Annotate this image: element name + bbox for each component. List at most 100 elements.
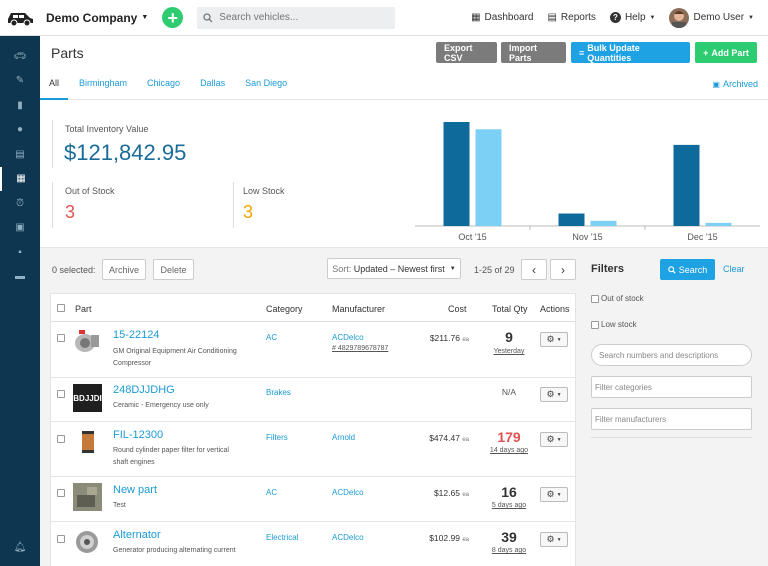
row-actions-button[interactable]: ⚙ ▼ xyxy=(540,387,568,402)
vehicle-search[interactable] xyxy=(197,6,396,29)
select-all-checkbox[interactable] xyxy=(57,304,65,312)
total-qty: N/A xyxy=(501,387,517,397)
tab-birmingham[interactable]: Birmingham xyxy=(68,78,136,100)
column-total-qty[interactable]: Total Qty xyxy=(492,304,528,314)
category-link[interactable]: AC xyxy=(266,333,277,342)
chart-bar[interactable] xyxy=(705,222,732,226)
category-link[interactable]: Electrical xyxy=(266,533,298,542)
caret-down-icon: ▼ xyxy=(556,491,562,498)
page-title: Parts xyxy=(51,45,84,61)
column-category[interactable]: Category xyxy=(266,304,303,314)
chart-bar[interactable] xyxy=(673,144,700,226)
plus-icon: + xyxy=(703,47,709,58)
row-actions-button[interactable]: ⚙ ▼ xyxy=(540,432,568,447)
qty-updated-date[interactable]: Yesterday xyxy=(485,348,533,355)
row-checkbox[interactable] xyxy=(57,390,65,398)
prev-page-button[interactable]: ‹ xyxy=(521,259,547,280)
row-checkbox[interactable] xyxy=(57,435,65,443)
filter-categories-input[interactable]: Filter categories xyxy=(591,376,752,398)
chart-bar[interactable] xyxy=(443,122,470,226)
tab-san-diego[interactable]: San Diego xyxy=(234,78,296,100)
nav-dashboard[interactable]: ▦ Dashboard xyxy=(471,12,533,23)
qty-updated-date[interactable]: 14 days ago xyxy=(485,447,533,454)
next-page-button[interactable]: › xyxy=(550,259,576,280)
filter-manufacturers-input[interactable]: Filter manufacturers xyxy=(591,408,752,430)
logo-icon[interactable] xyxy=(0,0,40,36)
tab-dallas[interactable]: Dallas xyxy=(189,78,234,100)
row-checkbox[interactable] xyxy=(57,334,65,342)
row-checkbox[interactable] xyxy=(57,535,65,543)
part-number-link[interactable]: New part xyxy=(113,484,157,496)
manufacturer-link[interactable]: Arnold xyxy=(332,433,355,442)
table-row[interactable]: FIL-12300 Round cylinder paper filter fo… xyxy=(51,422,575,477)
column-part[interactable]: Part xyxy=(75,304,92,314)
chart-bar[interactable] xyxy=(590,220,617,226)
low-stock-value[interactable]: 3 xyxy=(243,202,253,223)
chart-bar[interactable] xyxy=(558,213,585,226)
sidebar-item-parts[interactable]: ▦ xyxy=(0,166,40,191)
part-number-link[interactable]: FIL-12300 xyxy=(113,429,163,441)
tab-all[interactable]: All xyxy=(40,78,69,100)
checkbox[interactable] xyxy=(591,294,599,303)
filter-search-button[interactable]: Search xyxy=(660,259,715,280)
category-link[interactable]: Filters xyxy=(266,433,288,442)
sidebar-item-contacts[interactable]: ▪ xyxy=(0,240,40,265)
category-link[interactable]: AC xyxy=(266,488,277,497)
out-of-stock-filter[interactable]: Out of stock xyxy=(591,294,644,303)
chart-bar[interactable] xyxy=(475,129,502,226)
column-cost[interactable]: Cost xyxy=(448,304,467,314)
manufacturer-link[interactable]: ACDelco xyxy=(332,333,364,342)
export-csv-button[interactable]: Export CSV xyxy=(436,42,497,63)
part-number-link[interactable]: 15-22124 xyxy=(113,329,160,341)
sidebar-item-fuel[interactable]: ▮ xyxy=(0,93,40,118)
company-dropdown[interactable]: Demo Company ▼ xyxy=(46,11,148,25)
archived-link[interactable]: ▣ Archived xyxy=(712,79,758,89)
sidebar-item-vehicles[interactable]: 🚗︎ xyxy=(0,44,40,69)
sidebar-item-vendors[interactable]: ▬ xyxy=(0,265,40,290)
nav-reports[interactable]: ▤ Reports xyxy=(547,12,595,23)
category-link[interactable]: Brakes xyxy=(266,388,291,397)
bulk-update-button[interactable]: ≡ Bulk Update Quantities xyxy=(571,42,690,63)
checkbox[interactable] xyxy=(591,320,599,329)
search-input[interactable] xyxy=(219,12,390,23)
user-menu[interactable]: Demo User ▼ xyxy=(669,7,754,28)
out-of-stock-value[interactable]: 3 xyxy=(65,202,75,223)
delete-button[interactable]: Delete xyxy=(153,259,194,280)
sidebar-item-notifications[interactable]: 🔔︎ xyxy=(0,536,40,561)
sidebar-item-inspections[interactable]: ▤ xyxy=(0,142,40,167)
caret-down-icon: ▼ xyxy=(556,536,562,543)
part-number-link[interactable]: 248DJJDHG xyxy=(113,384,175,396)
tab-chicago[interactable]: Chicago xyxy=(136,78,189,100)
clear-filters-link[interactable]: Clear xyxy=(723,264,745,274)
sidebar-item-service[interactable]: ✎ xyxy=(0,69,40,94)
manufacturer-link[interactable]: ACDelco xyxy=(332,488,364,497)
part-number-link[interactable]: Alternator xyxy=(113,529,161,541)
search-descriptions-input[interactable]: Search numbers and descriptions xyxy=(591,344,752,366)
table-row[interactable]: Alternator Generator producing alternati… xyxy=(51,522,575,566)
out-of-stock-label: Out of Stock xyxy=(65,186,115,196)
quick-add-button[interactable]: + xyxy=(162,7,184,28)
column-manufacturer[interactable]: Manufacturer xyxy=(332,304,385,314)
sort-dropdown[interactable]: Sort: Updated – Newest first ▼ xyxy=(327,258,461,279)
sidebar-item-calendar[interactable]: ▣ xyxy=(0,216,40,241)
table-row[interactable]: New part Test AC ACDelco $12.65 ea 16 5 … xyxy=(51,477,575,522)
import-parts-button[interactable]: Import Parts xyxy=(501,42,566,63)
table-row[interactable]: 15-22124 GM Original Equipment Air Condi… xyxy=(51,322,575,378)
row-actions-button[interactable]: ⚙ ▼ xyxy=(540,532,568,547)
manufacturer-link[interactable]: ACDelco xyxy=(332,533,364,542)
low-stock-filter[interactable]: Low stock xyxy=(591,320,637,329)
sidebar-item-reminders[interactable]: ⏰︎ xyxy=(0,191,40,216)
row-actions-button[interactable]: ⚙ ▼ xyxy=(540,487,568,502)
table-row[interactable]: BDJJDI 248DJJDHG Ceramic - Emergency use… xyxy=(51,378,575,422)
row-actions-button[interactable]: ⚙ ▼ xyxy=(540,332,568,347)
parts-table: Part Category Manufacturer Cost Total Qt… xyxy=(50,293,576,566)
qty-updated-date[interactable]: 5 days ago xyxy=(485,502,533,509)
nav-help[interactable]: ? Help ▼ xyxy=(609,12,655,23)
sidebar-item-issues[interactable]: ● xyxy=(0,118,40,143)
archive-button[interactable]: Archive xyxy=(102,259,146,280)
parts-icon: ▦ xyxy=(16,173,26,185)
row-checkbox[interactable] xyxy=(57,489,65,497)
manufacturer-part-number[interactable]: # 4829789678787 xyxy=(332,345,388,352)
add-part-button[interactable]: + Add Part xyxy=(695,42,757,63)
qty-updated-date[interactable]: 8 days ago xyxy=(485,547,533,554)
